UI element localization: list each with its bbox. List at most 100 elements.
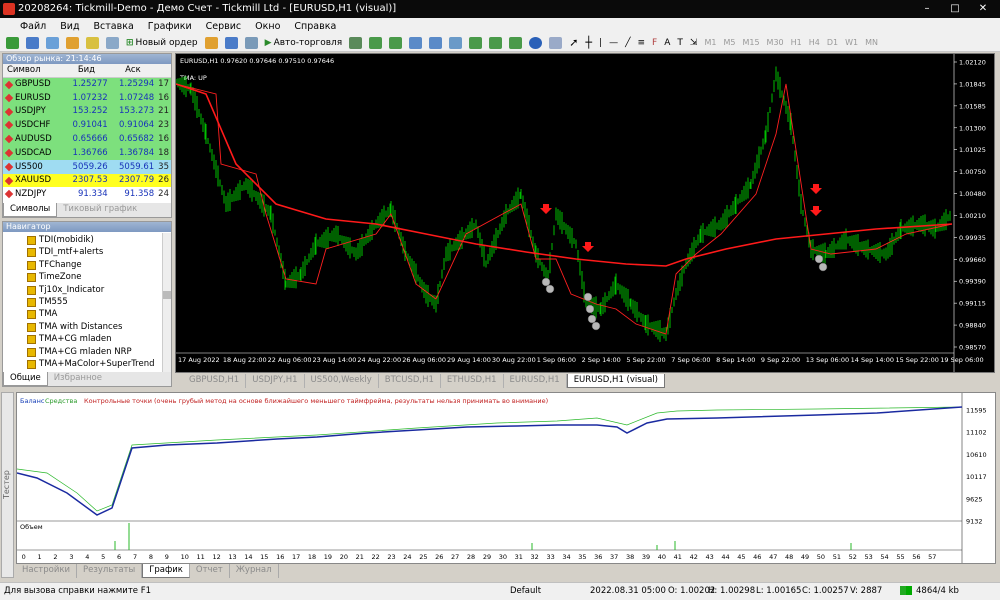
tf-mn[interactable]: MN: [865, 38, 878, 47]
menu-charts[interactable]: Графики: [148, 21, 192, 32]
chart-shift-icon[interactable]: [489, 36, 503, 49]
navigator-scrollbar[interactable]: [162, 233, 171, 373]
tf-m5[interactable]: M5: [723, 38, 735, 47]
market-watch-row[interactable]: USDCHF 0.91041 0.91064 23: [3, 118, 171, 133]
tab-common[interactable]: Общие: [3, 372, 48, 386]
navigator-item[interactable]: TMA: [3, 308, 171, 320]
tf-m1[interactable]: M1: [704, 38, 716, 47]
navigator-item[interactable]: TDI(mobidik): [3, 234, 171, 246]
indicators-icon[interactable]: [509, 36, 523, 49]
tile-windows-icon[interactable]: [449, 36, 463, 49]
market-watch-icon[interactable]: [46, 36, 59, 49]
navigator-item[interactable]: TimeZone: [3, 271, 171, 283]
metaeditor-icon[interactable]: [204, 36, 218, 49]
zoom-in-icon[interactable]: [409, 36, 423, 49]
market-watch-row[interactable]: USDCAD 1.36766 1.36784 18: [3, 145, 171, 160]
tab-favorites[interactable]: Избранное: [48, 372, 108, 386]
vline-icon[interactable]: |: [599, 38, 602, 48]
templates-icon[interactable]: [549, 36, 563, 49]
label-icon[interactable]: T: [677, 38, 683, 48]
navigator-item[interactable]: TMA+MaColor+SuperTrend: [3, 358, 171, 370]
autotrade-button[interactable]: ▶ Авто-торговля: [265, 38, 343, 48]
chart-tab[interactable]: US500,Weekly: [305, 374, 379, 388]
terminal-icon[interactable]: [106, 36, 119, 49]
zoom-out-icon[interactable]: [429, 36, 443, 49]
tf-m30[interactable]: M30: [767, 38, 784, 47]
minimize-button[interactable]: –: [914, 2, 940, 16]
new-order-button[interactable]: ⊞ Новый ордер: [126, 38, 198, 48]
navigator-item[interactable]: TMA with Distances: [3, 321, 171, 333]
chart-tab[interactable]: BTCUSD,H1: [379, 374, 441, 388]
navigator-item[interactable]: TMA+CG mladen: [3, 333, 171, 345]
market-watch-row[interactable]: GBPUSD 1.25277 1.25294 17: [3, 77, 171, 91]
chart-tab[interactable]: USDJPY,H1: [246, 374, 305, 388]
tab-results[interactable]: Результаты: [77, 564, 143, 578]
cursor-icon[interactable]: ➚: [569, 36, 578, 49]
hline-icon[interactable]: —: [609, 38, 618, 48]
status-profile[interactable]: Default: [510, 586, 541, 596]
navigator-item[interactable]: TDI_mtf+alerts: [3, 246, 171, 258]
price-chart[interactable]: EURUSD,H1 0.97620 0.97646 0.97510 0.9764…: [175, 53, 995, 373]
line-chart-icon[interactable]: [389, 36, 403, 49]
market-watch-row[interactable]: US500 5059.26 5059.61 35: [3, 159, 171, 174]
col-spread[interactable]: [156, 64, 171, 78]
menu-insert[interactable]: Вставка: [94, 21, 134, 32]
close-button[interactable]: ✕: [970, 2, 996, 16]
chart-tab[interactable]: EURUSD,H1: [504, 374, 567, 388]
indicator-file-icon: [27, 322, 36, 332]
menu-tools[interactable]: Сервис: [206, 21, 242, 32]
tab-graph[interactable]: График: [142, 564, 190, 578]
tf-w1[interactable]: W1: [845, 38, 858, 47]
data-window-icon[interactable]: [66, 36, 79, 49]
market-icon[interactable]: [244, 36, 258, 49]
navigator-item[interactable]: TFChange: [3, 259, 171, 271]
tf-m15[interactable]: M15: [742, 38, 759, 47]
arrows-icon[interactable]: ⇲: [690, 38, 698, 48]
tab-settings[interactable]: Настройки: [16, 564, 78, 578]
scroll-thumb[interactable]: [163, 291, 171, 299]
market-watch-row[interactable]: AUDUSD 0.65666 0.65682 16: [3, 132, 171, 146]
autoscroll-icon[interactable]: [469, 36, 483, 49]
periods-icon[interactable]: [529, 36, 543, 49]
menu-help[interactable]: Справка: [294, 21, 336, 32]
market-watch-row[interactable]: NZDJPY 91.334 91.358 24: [3, 187, 171, 202]
crosshair-icon[interactable]: ┼: [585, 36, 592, 49]
trendline-icon[interactable]: ╱: [625, 38, 630, 48]
navigator-item[interactable]: Tj10x_Indicator: [3, 284, 171, 296]
tester-side-label[interactable]: Тестер: [1, 392, 14, 578]
bar-chart-icon[interactable]: [349, 36, 363, 49]
candles-icon[interactable]: [369, 36, 383, 49]
tab-journal[interactable]: Журнал: [230, 564, 279, 578]
chart-tab[interactable]: ETHUSD,H1: [441, 374, 504, 388]
menu-file[interactable]: Файл: [20, 21, 46, 32]
market-watch-row[interactable]: EURUSD 1.07232 1.07248 16: [3, 90, 171, 105]
new-chart-icon[interactable]: [6, 36, 19, 49]
channel-icon[interactable]: ≡: [638, 38, 646, 48]
navigator-item[interactable]: TM555: [3, 296, 171, 308]
tf-h4[interactable]: H4: [809, 38, 820, 47]
maximize-button[interactable]: □: [942, 2, 968, 16]
tab-symbols[interactable]: Символы: [3, 203, 58, 217]
navigator-icon[interactable]: [86, 36, 99, 49]
chart-tab-active[interactable]: EURUSD,H1 (visual): [566, 374, 665, 388]
col-bid[interactable]: Бид: [63, 64, 110, 78]
navigator-item[interactable]: TMA+CG mladen NRP: [3, 346, 171, 358]
tf-d1[interactable]: D1: [827, 38, 838, 47]
signals-icon[interactable]: [224, 36, 238, 49]
market-watch-row[interactable]: USDJPY 153.252 153.273 21: [3, 104, 171, 119]
menu-window[interactable]: Окно: [255, 21, 280, 32]
sell-arrow-icon: [810, 206, 822, 216]
profiles-icon[interactable]: [26, 36, 39, 49]
tf-h1[interactable]: H1: [791, 38, 802, 47]
tab-report[interactable]: Отчет: [190, 564, 230, 578]
market-watch-row[interactable]: XAUUSD 2307.53 2307.79 26: [3, 173, 171, 188]
fibo-icon[interactable]: F: [652, 38, 657, 48]
menu-view[interactable]: Вид: [60, 21, 79, 32]
col-ask[interactable]: Аск: [109, 64, 157, 78]
col-symbol[interactable]: Символ: [3, 64, 64, 78]
connection-icon[interactable]: [900, 586, 912, 595]
text-icon[interactable]: A: [664, 38, 670, 48]
tester-x-label: 29: [483, 553, 491, 561]
chart-tab[interactable]: GBPUSD,H1: [183, 374, 247, 388]
tab-tick-chart[interactable]: Тиковый график: [57, 203, 143, 217]
